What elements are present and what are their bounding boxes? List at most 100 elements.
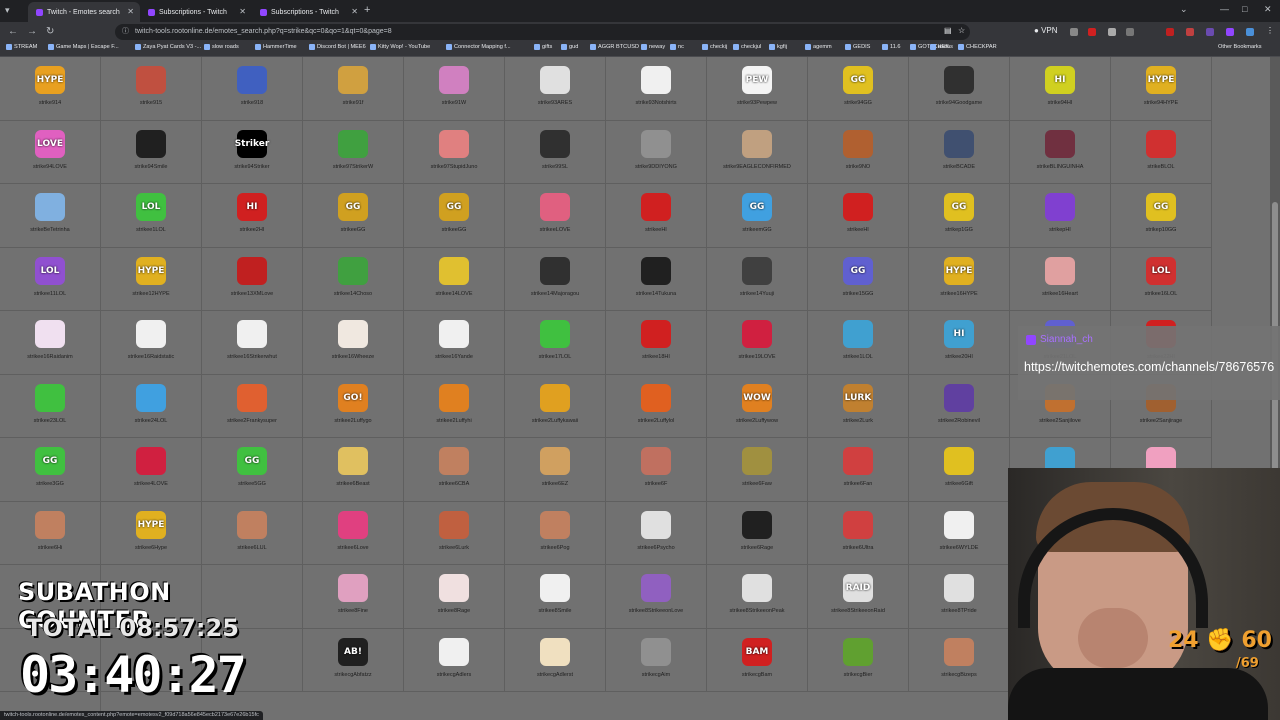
emote-image[interactable]: LOL [136, 193, 166, 221]
emote-cell[interactable]: LOL strikee1LOL [101, 184, 202, 248]
emote-image[interactable] [237, 510, 267, 539]
emote-cell[interactable]: strikee2Robinevil [909, 374, 1010, 438]
emote-image[interactable]: AB! [338, 637, 368, 666]
emote-image[interactable] [439, 129, 469, 158]
emote-cell[interactable]: HYPE strike94HYPE [1111, 57, 1212, 121]
emote-cell[interactable]: GG strikeeGG [303, 184, 404, 248]
extension-icon[interactable] [1186, 28, 1194, 36]
emote-image[interactable]: HYPE [136, 256, 166, 285]
emote-image[interactable] [944, 637, 974, 666]
extension-icon[interactable] [1246, 28, 1254, 36]
bookmark-item[interactable]: 11.6 [882, 44, 900, 50]
close-icon[interactable]: ✕ [239, 7, 246, 16]
emote-cell[interactable]: strike93ARES [505, 57, 606, 121]
bookmark-item[interactable]: asdas [930, 44, 953, 50]
emote-image[interactable] [338, 129, 368, 158]
emote-cell[interactable]: strikee6Faw [707, 438, 808, 502]
emote-cell[interactable]: strikee16Raidanim [0, 311, 101, 375]
emote-image[interactable] [641, 574, 671, 602]
emote-cell[interactable]: strikecgBizeps [909, 628, 1010, 692]
emote-image[interactable] [540, 383, 570, 412]
emote-image[interactable] [641, 637, 671, 666]
emote-cell[interactable]: strike97StupidJuno [404, 120, 505, 184]
other-bookmarks[interactable]: Other Bookmarks [1218, 44, 1262, 50]
emote-cell[interactable]: LOL strikee11LOL [0, 247, 101, 311]
emote-image[interactable] [1045, 256, 1075, 285]
emote-image[interactable]: RAID [843, 574, 873, 602]
emote-image[interactable]: GG [742, 193, 772, 221]
emote-image[interactable] [237, 320, 267, 348]
emote-cell[interactable]: strikee8Smile [505, 565, 606, 629]
emote-cell[interactable]: strikee2Luffyhi [404, 374, 505, 438]
emote-cell[interactable]: WOW strikee2Luffywow [707, 374, 808, 438]
emote-cell[interactable]: strikee8Fine [303, 565, 404, 629]
emote-cell[interactable]: strikee6Gift [909, 438, 1010, 502]
forward-icon[interactable]: → [27, 26, 37, 37]
address-bar[interactable]: ⓘ twitch-tools.rootonline.de/emotes_sear… [115, 24, 970, 40]
emote-image[interactable] [641, 510, 671, 539]
emote-image[interactable] [338, 510, 368, 539]
bookmark-item[interactable]: checkij [702, 44, 727, 50]
emote-cell[interactable]: GG strikeemGG [707, 184, 808, 248]
emote-image[interactable]: GG [338, 193, 368, 221]
emote-image[interactable] [136, 383, 166, 412]
extension-icon[interactable] [1108, 28, 1116, 36]
vpn-badge[interactable]: ● VPN [1034, 26, 1058, 35]
emote-cell[interactable]: GG strikeeGG [404, 184, 505, 248]
emote-cell[interactable]: BAM strikecgBam [707, 628, 808, 692]
emote-image[interactable] [944, 574, 974, 602]
emote-image[interactable] [338, 320, 368, 348]
emote-cell[interactable]: strikecgBier [808, 628, 909, 692]
emote-image[interactable] [641, 129, 671, 158]
emote-image[interactable]: BAM [742, 637, 772, 666]
bookmark-item[interactable]: nc [670, 44, 684, 50]
emote-image[interactable] [439, 447, 469, 475]
bookmark-item[interactable]: Game Maps | Escape F... [48, 44, 119, 50]
emote-image[interactable] [439, 510, 469, 539]
bookmark-item[interactable]: AGGR BTCUSD [590, 44, 639, 50]
emote-image[interactable] [237, 66, 267, 94]
emote-cell[interactable]: GO! strikee2Luffygo [303, 374, 404, 438]
emote-cell[interactable]: strikee6WYLDE [909, 501, 1010, 565]
emote-image[interactable] [641, 256, 671, 285]
emote-image[interactable] [742, 320, 772, 348]
bookmark-item[interactable]: kgfij [769, 44, 787, 50]
emote-image[interactable]: HYPE [35, 66, 65, 94]
emote-image[interactable]: LOVE [35, 129, 65, 158]
minimize-icon[interactable]: — [1220, 4, 1229, 14]
emote-cell[interactable]: strikeeLOVE [505, 184, 606, 248]
emote-cell[interactable]: strike91W [404, 57, 505, 121]
emote-image[interactable] [742, 574, 772, 602]
emote-image[interactable] [439, 256, 469, 285]
emote-image[interactable] [35, 510, 65, 539]
emote-image[interactable]: HYPE [1146, 66, 1176, 94]
emote-image[interactable]: LOL [35, 256, 65, 285]
extension-icon[interactable] [1126, 28, 1134, 36]
emote-cell[interactable]: strike915 [101, 57, 202, 121]
bookmark-star-icon[interactable]: ☆ [958, 26, 965, 35]
emote-cell[interactable]: strikee2Frankysuper [202, 374, 303, 438]
tab-emotes-search[interactable]: Twitch - Emotes search ✕ [28, 2, 140, 22]
emote-image[interactable] [540, 447, 570, 475]
site-info-icon[interactable]: ⓘ [122, 24, 129, 40]
emote-cell[interactable]: strikeBLINGUINHA [1010, 120, 1111, 184]
emote-cell[interactable]: strikee2Luffylol [606, 374, 707, 438]
emote-cell[interactable]: strikee14Choso [303, 247, 404, 311]
emote-cell[interactable]: GG strikee3GG [0, 438, 101, 502]
emote-image[interactable] [540, 637, 570, 666]
emote-cell[interactable]: strikee8StrikeeonPeak [707, 565, 808, 629]
emote-image[interactable] [540, 256, 570, 285]
emote-image[interactable] [136, 66, 166, 94]
emote-image[interactable] [338, 447, 368, 475]
emote-cell[interactable]: strikeeHI [606, 184, 707, 248]
emote-image[interactable] [944, 510, 974, 539]
emote-image[interactable]: LURK [843, 383, 873, 412]
reload-icon[interactable]: ↻ [46, 26, 54, 37]
emote-image[interactable] [35, 320, 65, 348]
emote-cell[interactable]: LOVE strike94LOVE [0, 120, 101, 184]
emote-image[interactable]: GG [439, 193, 469, 221]
overlay-link[interactable]: https://twitchemotes.com/channels/786765… [1024, 356, 1276, 378]
emote-image[interactable] [843, 193, 873, 221]
emote-cell[interactable]: strikee6Beast [303, 438, 404, 502]
emote-image[interactable] [439, 383, 469, 412]
